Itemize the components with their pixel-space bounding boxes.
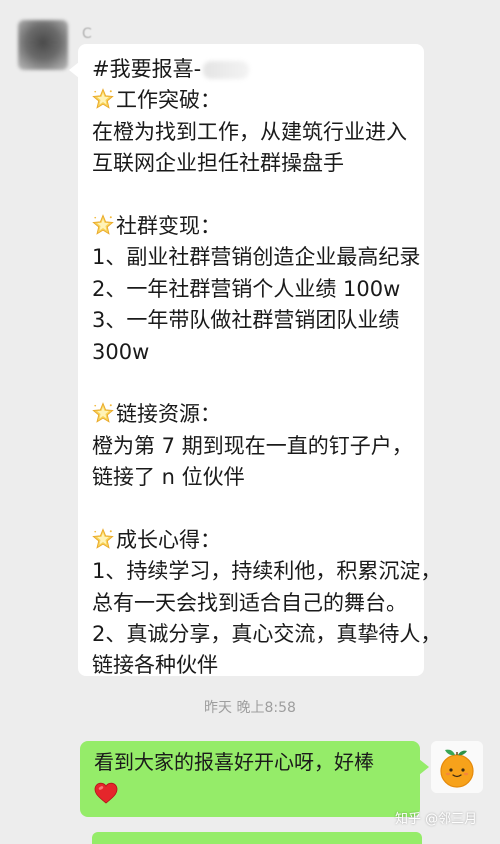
section-heading: 工作突破：	[92, 85, 414, 116]
sender-name: C	[82, 26, 92, 42]
redacted-name	[203, 61, 250, 79]
incoming-message-bubble[interactable]: #我要报喜- 工作突破： 在橙为找到工作，从建筑行业进入 互联网企业担任社群操盘…	[69, 44, 442, 677]
message-line: 1、副业社群营销创造企业最高纪录	[92, 245, 421, 270]
message-line: 互联网企业担任社群操盘手	[92, 151, 344, 176]
message-line: 在橙为找到工作，从建筑行业进入	[92, 119, 407, 144]
sparkle-star-icon	[92, 402, 114, 424]
sparkle-star-icon	[92, 88, 114, 110]
message-line: 2、一年社群营销个人业绩 100w	[92, 276, 401, 301]
outgoing-emoji-line	[94, 778, 408, 809]
outgoing-message-bubble[interactable]: 看到大家的报喜好开心呀，好棒	[80, 741, 429, 817]
section-heading: 社群变现：	[92, 211, 414, 242]
section-heading-text: 工作突破：	[116, 88, 221, 113]
sparkle-star-icon	[92, 214, 114, 236]
sender-avatar[interactable]	[18, 20, 68, 70]
section-heading-text: 社群变现：	[116, 213, 221, 238]
message-line: 300w	[92, 339, 150, 364]
outgoing-message-text: 看到大家的报喜好开心呀，好棒	[94, 750, 374, 774]
section-heading: 链接资源：	[92, 399, 414, 430]
message-timestamp: 昨天 晚上8:58	[204, 700, 296, 716]
user-avatar[interactable]	[431, 741, 483, 793]
message-line: 1、持续学习，持续利他，积累沉淀，	[92, 559, 442, 584]
message-line: 3、一年带队做社群营销团队业绩	[92, 308, 400, 333]
next-outgoing-bubble-partial	[92, 832, 422, 844]
heart-icon	[94, 782, 118, 804]
section-heading: 成长心得：	[92, 525, 414, 556]
tangerine-avatar-icon	[431, 741, 483, 793]
sparkle-star-icon	[92, 528, 114, 550]
message-line: 链接各种伙伴	[92, 653, 218, 678]
message-line: 总有一天会找到适合自己的舞台。	[92, 590, 407, 615]
section-heading-text: 链接资源：	[116, 402, 221, 427]
message-line: 链接了 n 位伙伴	[92, 465, 245, 490]
message-line: 2、真诚分享，真心交流，真挚待人，	[92, 622, 442, 647]
message-tag-line: #我要报喜-	[92, 54, 414, 85]
message-line: 橙为第 7 期到现在一直的钉子户，	[92, 433, 413, 458]
tag-text: #我要报喜-	[92, 57, 202, 81]
source-watermark: 知乎 @邻三月	[395, 812, 478, 827]
section-heading-text: 成长心得：	[116, 527, 221, 552]
